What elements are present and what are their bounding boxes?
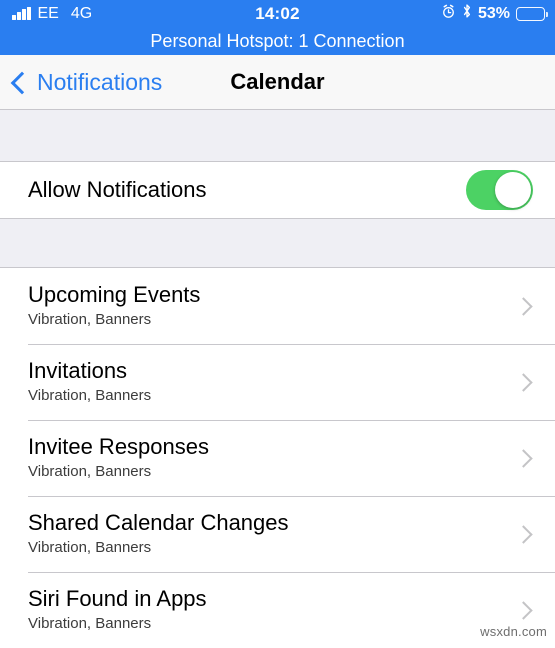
row-title: Upcoming Events [28,282,201,307]
alert-settings-group: Upcoming Events Vibration, Banners Invitat… [0,268,555,648]
battery-icon [516,6,548,21]
allow-notifications-toggle[interactable] [466,170,533,210]
allow-notifications-label: Allow Notifications [28,177,207,202]
row-title: Invitee Responses [28,434,209,459]
chevron-left-icon [10,71,34,94]
row-subtitle: Vibration, Banners [28,311,152,328]
hotspot-banner-label: Personal Hotspot: 1 Connection [150,30,405,51]
alarm-clock-icon [441,4,456,24]
table-row[interactable]: Shared Calendar Changes Vibration, Banner… [0,496,555,572]
status-bar-left: EE 4G [12,5,92,23]
back-button[interactable]: Notifications [0,69,162,96]
navigation-bar: Notifications Calendar [0,55,555,110]
table-row[interactable]: Invitations Vibration, Banners [0,344,555,420]
network-type-label: 4G [70,4,93,22]
table-row[interactable]: Siri Found in Apps Vibration, Banners [0,572,555,648]
row-subtitle: Vibration, Banners [28,539,152,556]
back-button-label: Notifications [37,68,163,95]
watermark: wsxdn.com [480,624,547,639]
row-subtitle: Vibration, Banners [28,463,152,480]
signal-bars-icon [12,7,31,20]
battery-percentage-label: 53% [477,4,510,22]
toggle-knob [495,172,531,208]
allow-notifications-group: Allow Notifications [0,162,555,218]
carrier-label: EE [37,4,59,22]
status-bar: EE 4G 14:02 53% [0,0,555,27]
phone-screen: EE 4G 14:02 53% Personal Hotspot: 1 Conn… [0,0,555,648]
row-title: Invitations [28,358,128,383]
row-title: Shared Calendar Changes [28,510,289,535]
table-row[interactable]: Invitee Responses Vibration, Banners [0,420,555,496]
section-spacer-middle [0,218,555,268]
allow-notifications-row[interactable]: Allow Notifications [0,162,555,218]
section-spacer-top [0,110,555,162]
bluetooth-icon [462,3,472,24]
personal-hotspot-banner[interactable]: Personal Hotspot: 1 Connection [0,27,555,55]
row-title: Siri Found in Apps [28,586,207,611]
status-bar-right: 53% [441,3,548,24]
table-row[interactable]: Upcoming Events Vibration, Banners [0,268,555,344]
row-subtitle: Vibration, Banners [28,387,152,404]
row-subtitle: Vibration, Banners [28,615,152,632]
